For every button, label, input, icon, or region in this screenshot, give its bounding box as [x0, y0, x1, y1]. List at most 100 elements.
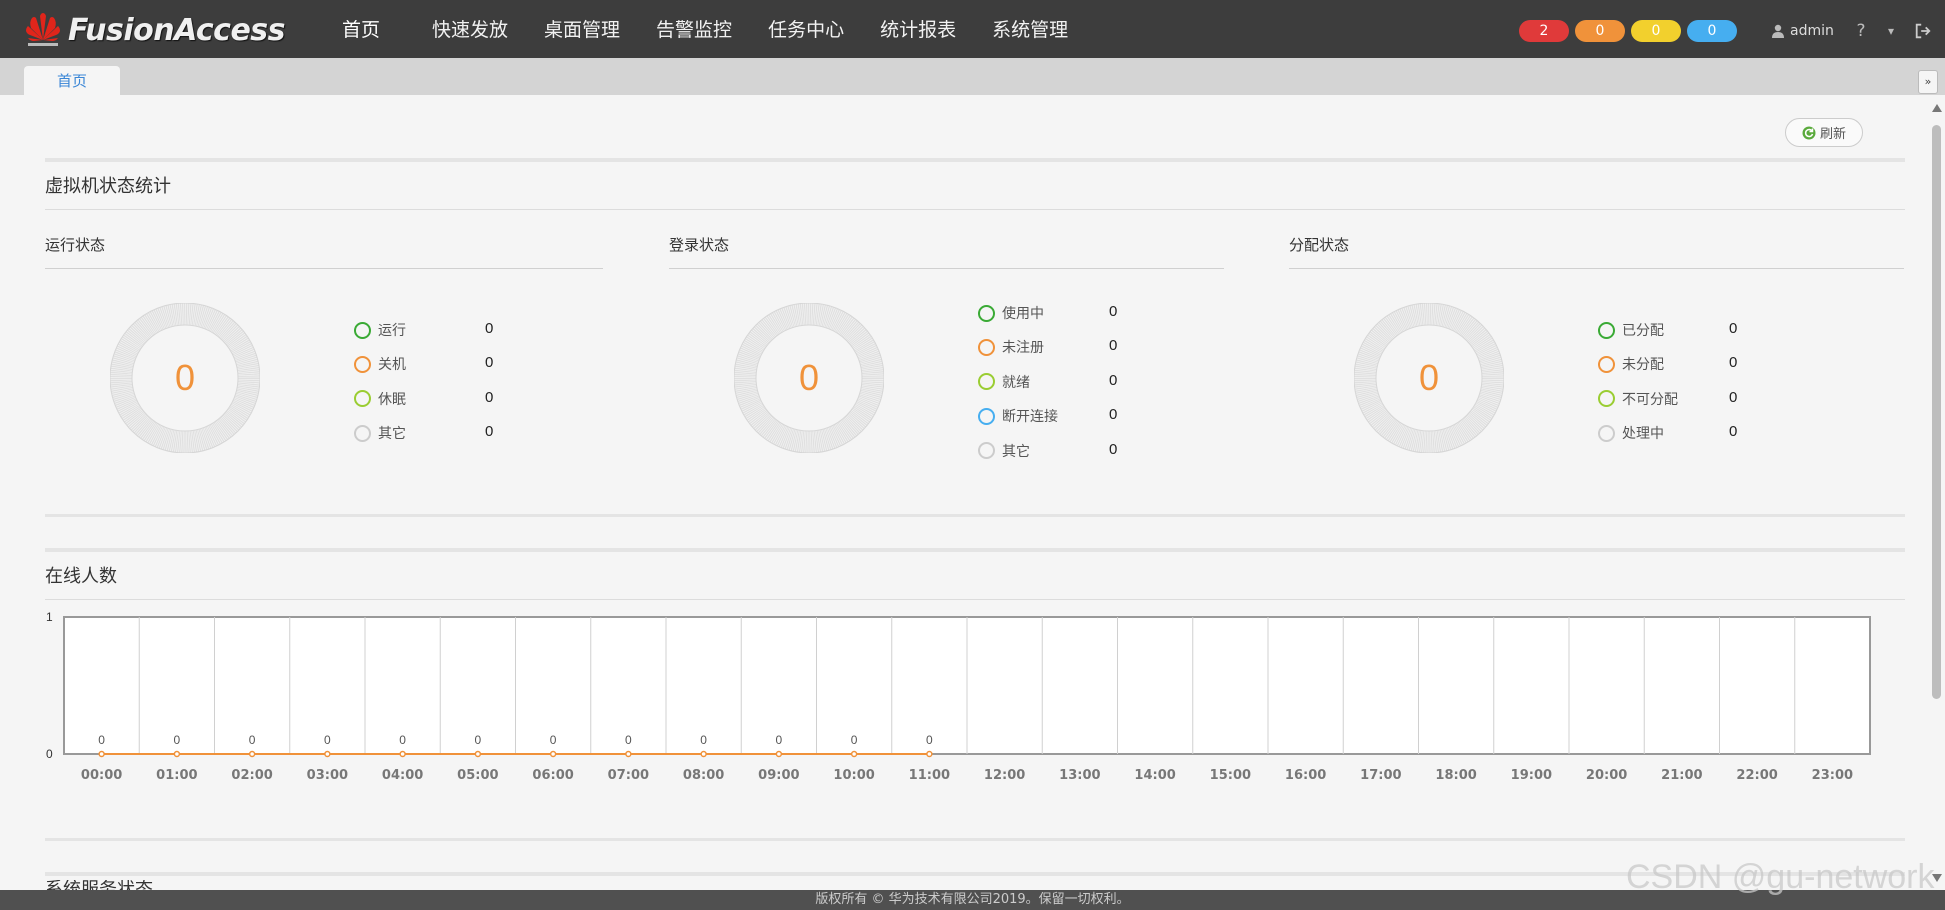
data-point	[700, 750, 707, 758]
nav-item-4[interactable]: 任务中心	[750, 0, 862, 58]
data-point	[850, 750, 858, 758]
online-users-chart-svg: 0 1 00:00 01:00 02:00 03:00 04:00 05:00 06:00 07:…	[46, 610, 1871, 783]
alarm-badge[interactable]: 0	[1575, 20, 1625, 42]
panel-divider	[45, 158, 1905, 162]
y-tick-label: 1	[46, 610, 53, 624]
legend-item[interactable]: 其它	[354, 423, 406, 443]
data-point	[926, 750, 933, 758]
status-circle-icon	[978, 442, 995, 460]
x-tick-label: 18:00	[1435, 768, 1476, 783]
alarm-badge[interactable]: 0	[1687, 20, 1737, 42]
legend-value: 0	[1109, 337, 1118, 355]
x-tick-label: 15:00	[1210, 768, 1251, 783]
legend-value: 0	[1109, 371, 1118, 389]
legend-item[interactable]: 已分配	[1598, 320, 1664, 340]
x-tick-label: 11:00	[909, 768, 950, 783]
group-title: 运行状态	[45, 236, 106, 254]
online-users-chart: 0 1 00:00 01:00 02:00 03:00 04:00 05:00 06:00 07:…	[40, 604, 1900, 794]
chevron-down-icon[interactable]: ▾	[1884, 20, 1898, 42]
user-menu[interactable]: admin	[1770, 20, 1834, 42]
alarm-badges: 2000	[1519, 20, 1737, 42]
panel-divider	[45, 514, 1905, 517]
scrollbar-thumb[interactable]	[1932, 125, 1941, 699]
legend-value: 0	[1109, 303, 1118, 320]
legend-value: 0	[1729, 423, 1738, 441]
tab-strip: 首页	[0, 58, 1945, 95]
legend-item[interactable]: 未注册	[978, 337, 1044, 357]
username: admin	[1790, 23, 1834, 39]
legend-item[interactable]: 运行	[354, 320, 406, 340]
divider	[45, 268, 603, 269]
collapse-tabs-icon[interactable]: »	[1918, 70, 1938, 94]
legend-item[interactable]: 处理中	[1598, 423, 1664, 443]
nav-item-3[interactable]: 告警监控	[638, 0, 750, 58]
legend-item[interactable]: 就绪	[978, 372, 1030, 392]
alarm-badge[interactable]: 2	[1519, 20, 1569, 42]
refresh-icon	[1802, 126, 1816, 139]
x-tick-label: 20:00	[1586, 768, 1627, 783]
data-label: 0	[625, 733, 632, 747]
x-tick-label: 10:00	[833, 768, 874, 783]
x-tick-label: 06:00	[532, 768, 573, 783]
legend-item[interactable]: 断开连接	[978, 406, 1058, 426]
huawei-logo-icon	[24, 12, 62, 48]
legend-item[interactable]: 不可分配	[1598, 389, 1678, 409]
legend-value: 0	[1729, 388, 1738, 406]
x-tick-label: 16:00	[1285, 768, 1326, 783]
nav-item-1[interactable]: 快速发放	[414, 0, 526, 58]
status-circle-icon	[354, 321, 371, 339]
donut-total: 0	[174, 357, 196, 398]
status-donut-chart: 0	[734, 303, 884, 453]
legend-item[interactable]: 其它	[978, 441, 1030, 461]
status-circle-icon	[978, 304, 995, 322]
legend-value: 0	[1729, 354, 1738, 372]
online-title: 在线人数	[45, 566, 117, 587]
nav-item-0[interactable]: 首页	[324, 0, 414, 58]
x-tick-label: 04:00	[382, 768, 423, 783]
data-point	[474, 750, 482, 758]
brand-name: FusionAccess	[68, 12, 286, 48]
x-tick-label: 22:00	[1736, 768, 1777, 783]
user-icon	[1772, 24, 1784, 38]
refresh-label: 刷新	[1819, 127, 1846, 142]
x-tick-label: 01:00	[156, 768, 197, 783]
data-point	[399, 750, 406, 758]
legend-item[interactable]: 休眠	[354, 389, 406, 409]
nav-item-5[interactable]: 统计报表	[862, 0, 974, 58]
data-point	[625, 750, 632, 758]
x-tick-label: 05:00	[457, 768, 498, 783]
alarm-badge[interactable]: 0	[1631, 20, 1681, 42]
nav-item-2[interactable]: 桌面管理	[526, 0, 638, 58]
data-label: 0	[249, 733, 256, 747]
data-point	[775, 750, 783, 758]
data-point	[324, 750, 331, 758]
legend-label: 未注册	[1002, 340, 1044, 357]
scroll-up-icon[interactable]	[1932, 104, 1942, 112]
legend-value: 0	[485, 388, 494, 406]
tab-home[interactable]: 首页	[24, 66, 120, 95]
status-circle-icon	[978, 338, 995, 356]
legend-value: 0	[1109, 406, 1118, 424]
panel-divider	[45, 838, 1905, 841]
data-label: 0	[700, 733, 707, 747]
logout-icon[interactable]	[1912, 20, 1934, 42]
legend-item[interactable]: 关机	[354, 354, 406, 374]
watermark: CSDN @gu-network	[1626, 858, 1935, 896]
status-circle-icon	[978, 373, 995, 391]
divider	[669, 268, 1224, 269]
vm-stats-title: 虚拟机状态统计	[45, 176, 171, 197]
legend-item[interactable]: 未分配	[1598, 354, 1664, 374]
top-bar: FusionAccess 首页 快速发放 桌面管理 告警监控 任务中心 统计报表 系统管理 …	[0, 0, 1945, 58]
donut-total: 0	[798, 357, 820, 398]
legend-value: 0	[485, 320, 494, 337]
legend-item[interactable]: 使用中	[978, 303, 1044, 323]
logo[interactable]: FusionAccess	[24, 12, 286, 48]
data-label: 0	[324, 733, 331, 747]
help-icon[interactable]: ?	[1853, 20, 1869, 42]
data-point	[549, 750, 557, 758]
nav-item-6[interactable]: 系统管理	[974, 0, 1086, 58]
refresh-button[interactable]: 刷新	[1785, 118, 1863, 147]
legend-label: 断开连接	[1002, 409, 1058, 426]
data-label: 0	[550, 733, 557, 747]
data-label: 0	[399, 733, 406, 747]
